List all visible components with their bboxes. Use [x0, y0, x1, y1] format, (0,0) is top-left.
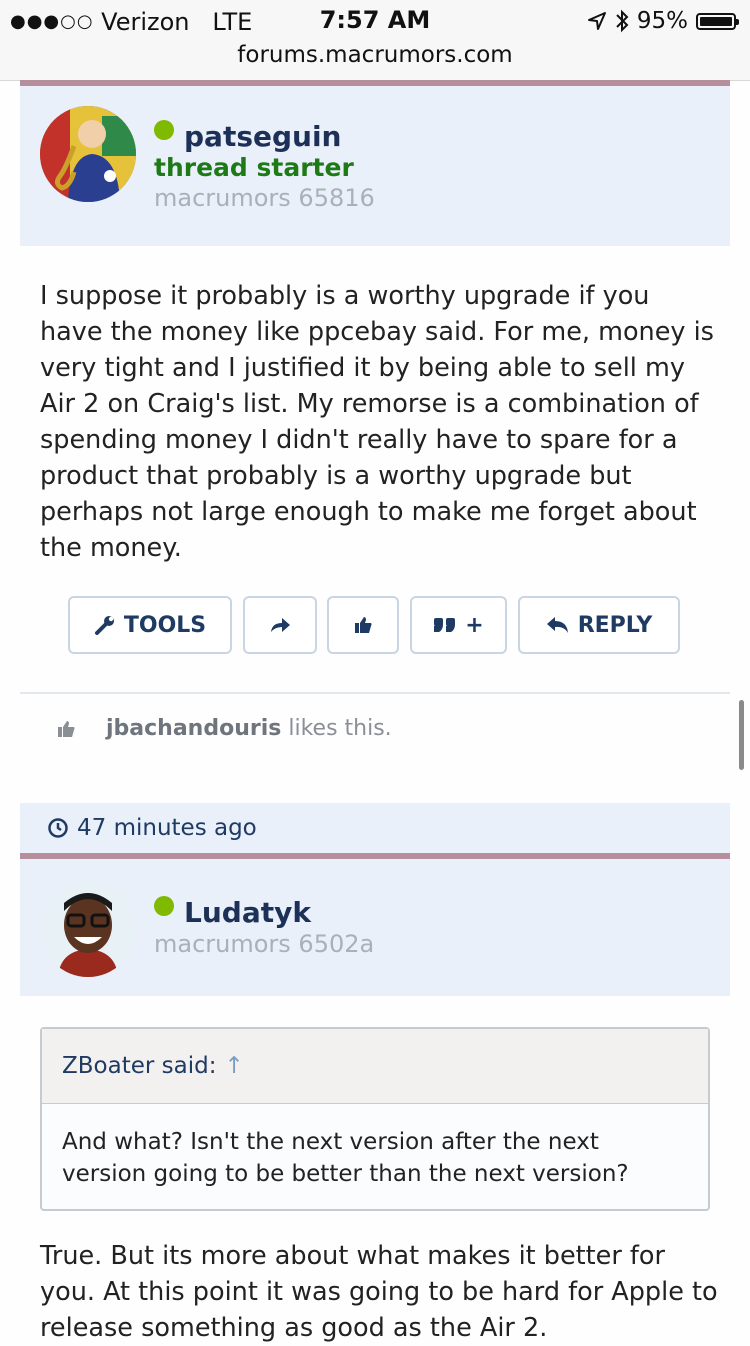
likes-text: likes this. — [281, 716, 392, 741]
user-title: macrumors 6502a — [154, 930, 375, 958]
address-bar[interactable]: forums.macrumors.com — [0, 42, 750, 68]
quote-block: ZBoater said: ↑ And what? Isn't the next… — [40, 1027, 710, 1211]
post-body: I suppose it probably is a worthy upgrad… — [40, 281, 714, 563]
reply-label: REPLY — [577, 612, 653, 638]
status-bar: ●●●○○ Verizon LTE 7:57 AM 95% forums.mac… — [0, 0, 750, 81]
avatar[interactable] — [40, 881, 136, 977]
tools-label: TOOLS — [123, 612, 207, 638]
share-arrow-icon — [271, 618, 290, 632]
user-title: macrumors 65816 — [154, 184, 375, 212]
wrench-icon — [94, 616, 114, 635]
share-button[interactable] — [243, 596, 317, 654]
clock-icon — [48, 818, 68, 838]
like-button[interactable] — [327, 596, 399, 654]
quote-icon — [434, 618, 456, 632]
avatar[interactable] — [40, 106, 136, 202]
thumbs-up-icon — [58, 720, 75, 737]
post-body: True. But its more about what makes it b… — [40, 1241, 718, 1343]
post-timestamp-bar: 47 minutes ago — [20, 803, 730, 853]
jump-to-quote-icon[interactable]: ↑ — [224, 1053, 243, 1079]
post-timestamp[interactable]: 47 minutes ago — [77, 815, 257, 841]
quote-author[interactable]: ZBoater said: — [62, 1053, 216, 1079]
battery-percent: 95% — [636, 8, 688, 34]
thumbs-up-icon — [355, 617, 372, 633]
scrollbar[interactable] — [739, 700, 744, 770]
likes-summary: jbachandouris likes this. — [56, 716, 392, 741]
status-right: 95% — [587, 8, 739, 34]
quote-header: ZBoater said: ↑ — [42, 1029, 708, 1104]
tools-button[interactable]: TOOLS — [68, 596, 232, 654]
online-status-icon — [154, 120, 174, 140]
post-username[interactable]: Ludatyk — [184, 896, 311, 929]
post-user-header: patseguin thread starter macrumors 65816 — [20, 86, 730, 246]
post-user-header: Ludatyk macrumors 6502a — [20, 859, 730, 996]
post-username[interactable]: patseguin — [184, 120, 342, 153]
thread-starter-badge: thread starter — [154, 153, 354, 182]
quote-text: And what? Isn't the next version after t… — [62, 1129, 629, 1187]
multi-quote-label: + — [465, 612, 484, 638]
multi-quote-button[interactable]: + — [410, 596, 507, 654]
liker-username[interactable]: jbachandouris — [106, 716, 281, 741]
likes-divider — [20, 692, 730, 694]
avatar-image — [40, 106, 136, 202]
reply-button[interactable]: REPLY — [518, 596, 680, 654]
bluetooth-icon — [616, 9, 629, 33]
avatar-image — [40, 881, 136, 977]
online-status-icon — [154, 896, 174, 916]
battery-icon — [696, 12, 739, 30]
reply-arrow-icon — [546, 617, 568, 633]
location-arrow-icon — [587, 12, 606, 30]
